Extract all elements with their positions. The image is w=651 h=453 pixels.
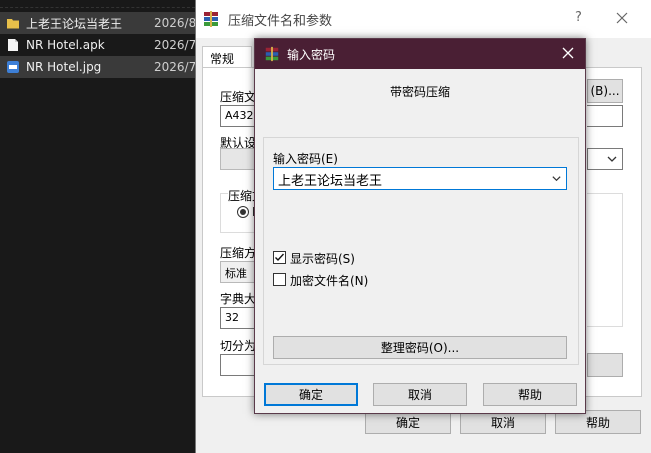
dictionary-field[interactable]: 32 <box>220 307 256 329</box>
file-name: NR Hotel.jpg <box>26 60 102 74</box>
split-right-button[interactable] <box>587 353 623 377</box>
file-name: 上老王论坛当老王 <box>26 16 123 31</box>
file-explorer: 上老王论坛当老王 2026/8 NR Hotel.apk 2026/7 NR H… <box>0 0 195 453</box>
split-field[interactable] <box>220 354 256 376</box>
main-title-bar: 压缩文件名和参数 ? <box>196 0 651 38</box>
password-heading: 带密码压缩 <box>389 85 450 99</box>
file-row-apk[interactable]: NR Hotel.apk 2026/7 <box>0 34 195 56</box>
file-row-jpg[interactable]: NR Hotel.jpg 2026/7 <box>0 56 195 78</box>
encrypt-names-label: 加密文件名(N) <box>290 274 369 288</box>
password-title-text: 输入密码 <box>287 47 336 62</box>
format-group-right <box>587 193 623 327</box>
password-title-bar: 输入密码 <box>255 39 585 69</box>
password-dialog: 输入密码 带密码压缩 输入密码(E) 上老王论坛当老王 显示密码(S) 加密文件… <box>254 38 586 414</box>
format-group-label: 压缩文 <box>228 187 256 204</box>
archive-name-label: 压缩文 <box>220 90 256 104</box>
method-label: 压缩方 <box>220 246 256 260</box>
password-ok-button[interactable]: 确定 <box>264 383 358 406</box>
profile-field[interactable] <box>220 148 256 170</box>
jpg-icon <box>7 61 19 73</box>
archive-name-dropdown[interactable] <box>587 105 623 127</box>
file-row-folder[interactable]: 上老王论坛当老王 2026/8 <box>0 12 195 34</box>
split-label: 切分为 <box>220 339 256 353</box>
browse-button[interactable]: (B)... <box>587 79 623 103</box>
winrar-icon <box>265 46 279 62</box>
organize-passwords-button[interactable]: 整理密码(O)... <box>273 336 567 359</box>
file-date: 2026/7 <box>154 38 195 52</box>
tab-general[interactable]: 常规 <box>202 46 252 68</box>
explorer-column-divider <box>0 0 195 8</box>
password-help-button[interactable]: 帮助 <box>483 383 577 406</box>
password-value: 上老王论坛当老王 <box>278 174 383 189</box>
help-title-button[interactable]: ? <box>575 10 582 25</box>
show-password-label: 显示密码(S) <box>290 252 355 266</box>
chevron-down-icon <box>607 156 617 162</box>
winrar-icon <box>204 11 218 27</box>
chevron-down-icon[interactable] <box>551 173 562 184</box>
folder-icon <box>7 19 19 29</box>
file-name: NR Hotel.apk <box>26 38 105 52</box>
file-date: 2026/8 <box>154 16 195 30</box>
password-cancel-button[interactable]: 取消 <box>373 383 467 406</box>
show-password-checkbox[interactable] <box>273 251 286 264</box>
format-radio[interactable] <box>237 206 249 218</box>
enter-password-label: 输入密码(E) <box>273 152 338 166</box>
dictionary-label: 字典大 <box>220 292 256 306</box>
close-icon[interactable] <box>561 46 575 60</box>
checkmark-icon <box>275 253 285 262</box>
close-icon[interactable] <box>616 12 628 24</box>
method-field[interactable]: 标准 <box>220 261 256 283</box>
password-combo[interactable]: 上老王论坛当老王 <box>273 167 567 190</box>
encrypt-names-checkbox[interactable] <box>273 273 286 286</box>
main-title-text: 压缩文件名和参数 <box>228 13 333 29</box>
file-date: 2026/7 <box>154 60 195 74</box>
file-icon <box>8 39 18 51</box>
